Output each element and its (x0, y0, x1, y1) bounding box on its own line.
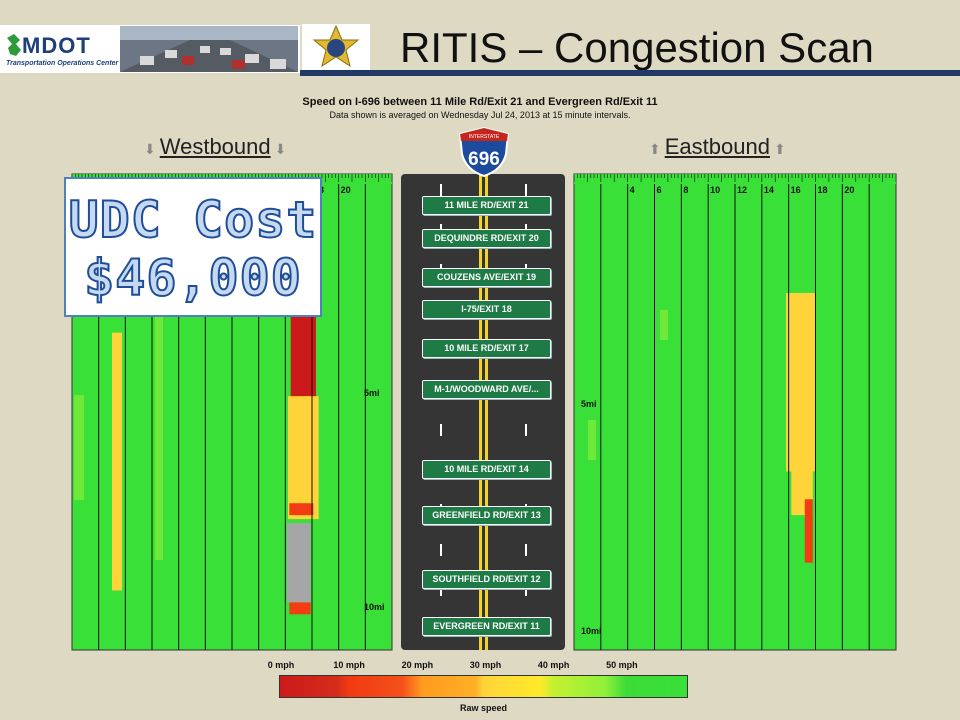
legend-tick-label: 40 mph (537, 660, 570, 670)
shield-number: 696 (468, 149, 500, 170)
eastbound-hour-label: 10 (710, 185, 720, 195)
speed-legend-bar (279, 675, 688, 698)
exit-sign: DEQUINDRE RD/EXIT 20 (422, 229, 551, 248)
westbound-congestion-cell (112, 332, 122, 591)
callout-line2: $46,000 (83, 248, 302, 308)
eastbound-hour-label: 16 (791, 185, 801, 195)
exit-sign: GREENFIELD RD/EXIT 13 (422, 506, 551, 525)
westbound-congestion-cell (286, 523, 311, 603)
eastbound-distance-label: 10mi (581, 626, 602, 636)
exit-sign: 10 MILE RD/EXIT 14 (422, 460, 551, 479)
westbound-distance-label: 10mi (364, 602, 385, 612)
exit-sign: SOUTHFIELD RD/EXIT 12 (422, 570, 551, 589)
westbound-light-band (74, 395, 84, 500)
legend-tick-label: 10 mph (333, 660, 365, 670)
exit-sign: 10 MILE RD/EXIT 17 (422, 339, 551, 358)
exit-sign: 11 MILE RD/EXIT 21 (422, 196, 551, 215)
exit-sign: I-75/EXIT 18 (422, 300, 551, 319)
eastbound-hour-label: 4 (630, 185, 635, 195)
westbound-distance-label: 5mi (364, 388, 380, 398)
exit-sign: EVERGREEN RD/EXIT 11 (422, 617, 551, 636)
eastbound-hour-label: 14 (764, 185, 774, 195)
eastbound-hour-label: 6 (657, 185, 662, 195)
eastbound-hour-label: 12 (737, 185, 747, 195)
eastbound-distance-label: 5mi (581, 399, 597, 409)
udc-cost-callout: UDC Cost $46,000 (64, 177, 322, 317)
callout-line1: UDC Cost (68, 190, 318, 250)
legend-tick-label: 50 mph (606, 660, 638, 670)
eastbound-congestion-cell (791, 396, 813, 516)
shield-label: INTERSTATE (469, 134, 500, 140)
legend-tick-label: 20 mph (401, 660, 434, 670)
westbound-hour-label: 20 (341, 185, 351, 195)
exit-sign: M-1/WOODWARD AVE/... (422, 380, 551, 399)
legend-label: Raw speed (459, 703, 508, 713)
legend-tick-label: 30 mph (469, 660, 502, 670)
exit-sign: COUZENS AVE/EXIT 19 (422, 268, 551, 287)
westbound-congestion-cell (288, 396, 319, 520)
interstate-shield-icon: INTERSTATE 696 (456, 126, 512, 178)
eastbound-hour-label: 18 (818, 185, 828, 195)
legend-tick-label: 0 mph (267, 660, 295, 670)
eastbound-congestion-cell (804, 499, 813, 563)
eastbound-light-band (588, 420, 596, 460)
eastbound-light-band (660, 310, 668, 340)
eastbound-hour-label: 8 (683, 185, 688, 195)
eastbound-hour-label: 20 (844, 185, 854, 195)
westbound-congestion-cell (289, 602, 311, 615)
westbound-congestion-cell (289, 503, 314, 516)
